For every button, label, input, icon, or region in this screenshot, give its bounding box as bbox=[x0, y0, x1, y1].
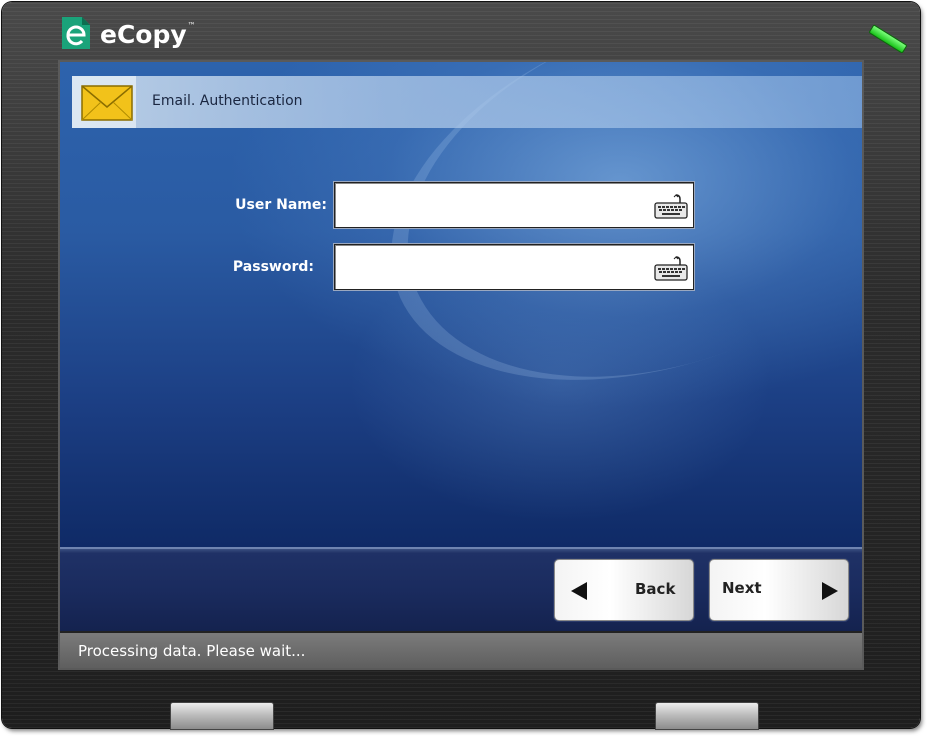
username-input[interactable] bbox=[341, 191, 645, 219]
ecopy-logo: eCopy ™ bbox=[60, 12, 196, 52]
page-title: Email. Authentication bbox=[152, 93, 303, 109]
trademark-symbol: ™ bbox=[187, 20, 196, 30]
status-bar: Processing data. Please wait... bbox=[60, 631, 862, 668]
password-input[interactable] bbox=[341, 253, 645, 281]
username-label: User Name: bbox=[235, 197, 327, 213]
header-icon-box bbox=[72, 76, 136, 128]
arrow-right-icon bbox=[822, 582, 838, 600]
status-message: Processing data. Please wait... bbox=[78, 642, 306, 660]
username-field[interactable] bbox=[334, 182, 694, 228]
next-button-label: Next bbox=[722, 579, 762, 597]
keyboard-icon[interactable] bbox=[654, 193, 688, 219]
password-label: Password: bbox=[232, 259, 314, 275]
password-field[interactable] bbox=[334, 244, 694, 290]
touch-screen: Email. Authentication User Name: Passwor… bbox=[60, 62, 862, 668]
back-button-label: Back bbox=[635, 580, 676, 598]
navigation-bar: Back Next bbox=[60, 547, 862, 633]
keyboard-icon[interactable] bbox=[654, 255, 688, 281]
desktop-background bbox=[60, 62, 862, 547]
next-button[interactable]: Next bbox=[709, 559, 849, 621]
device-foot-right bbox=[655, 702, 759, 730]
back-button[interactable]: Back bbox=[554, 559, 694, 621]
device-foot-left bbox=[170, 702, 274, 730]
brand-name: eCopy bbox=[100, 19, 187, 49]
ecopy-logo-icon bbox=[62, 17, 90, 49]
arrow-left-icon bbox=[571, 582, 587, 600]
envelope-icon bbox=[81, 85, 133, 121]
page-header: Email. Authentication bbox=[72, 76, 862, 128]
